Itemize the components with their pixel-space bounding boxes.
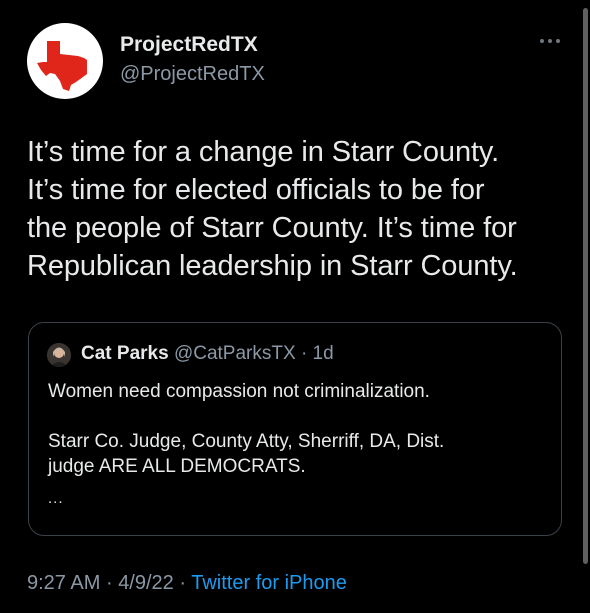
tweet: ProjectRedTX @ProjectRedTX It’s time for… [0,0,590,613]
tweet-text-line: the people of Starr County. It’s time fo… [27,212,517,244]
tweet-source-link[interactable]: Twitter for iPhone [191,572,347,594]
quote-body-line: judge ARE ALL DEMOCRATS. [48,456,306,477]
tweet-metadata: 9:27 AM · 4/9/22 · Twitter for iPhone [27,572,347,595]
tweet-text: It’s time for a change in Starr County. … [27,133,572,285]
meta-separator: · [105,572,113,594]
quote-body-line: Starr Co. Judge, County Atty, Sherriff, … [48,431,445,452]
quote-body-blank [48,404,548,429]
texas-map-icon [37,41,87,91]
tweet-text-line: It’s time for a change in Starr County. [27,136,500,168]
more-options-icon[interactable] [539,36,561,46]
tweet-text-line: It’s time for elected officials to be fo… [27,174,485,206]
quote-body: Women need compassion not criminalizatio… [48,379,548,479]
quote-header: Cat Parks @CatParksTX · 1d [81,343,334,365]
avatar[interactable] [27,23,103,99]
quote-author-name[interactable]: Cat Parks [81,343,169,364]
quote-truncation: ... [48,490,64,507]
quote-avatar[interactable] [47,343,71,367]
author-handle[interactable]: @ProjectRedTX [120,63,265,86]
tweet-time[interactable]: 9:27 AM [27,572,100,594]
tweet-text-line: Republican leadership in Starr County. [27,250,518,282]
quote-timestamp[interactable]: · 1d [301,343,334,364]
tweet-date[interactable]: 4/9/22 [118,572,174,594]
quote-tweet-card[interactable]: Cat Parks @CatParksTX · 1d Women need co… [28,322,562,536]
scrollbar[interactable] [583,8,588,564]
quote-avatar-image [47,343,71,367]
quote-author-handle[interactable]: @CatParksTX [174,343,296,364]
meta-separator: · [179,572,187,594]
quote-body-line: Women need compassion not criminalizatio… [48,381,430,402]
author-display-name[interactable]: ProjectRedTX [120,33,258,57]
